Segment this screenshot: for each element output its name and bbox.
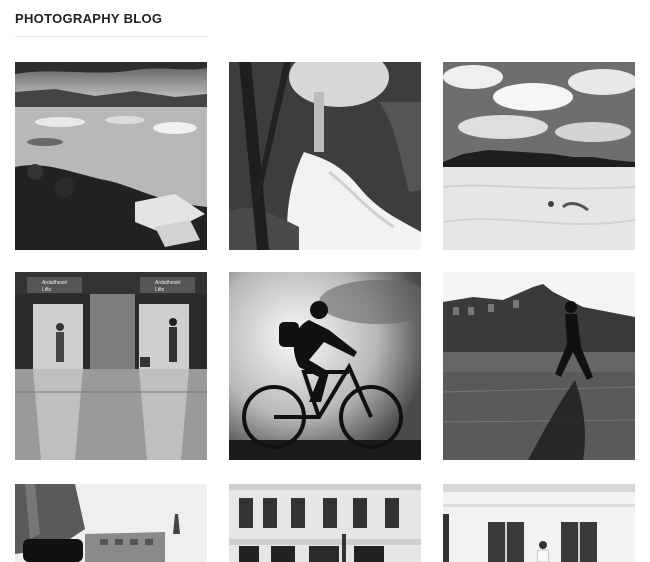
photo-pale-building-image [443, 484, 635, 562]
photo-desert-mountains[interactable] [443, 62, 635, 250]
photo-building-windows[interactable] [229, 484, 421, 562]
photo-walker-city[interactable] [443, 272, 635, 460]
lift-sign-label-right: Lifts [155, 287, 165, 293]
photo-pale-building[interactable] [443, 484, 635, 562]
photo-glacier-lagoon-image [15, 62, 207, 250]
photo-desert-mountains-image [443, 62, 635, 250]
photo-cyclist-silhouette-image [229, 272, 421, 460]
photo-grid: Ardaitheoirí Lifts Ardaitheoirí Lifts [0, 0, 650, 562]
photo-airport-lifts-image: Ardaitheoirí Lifts Ardaitheoirí Lifts [15, 272, 207, 460]
photo-walker-city-image [443, 272, 635, 460]
photo-building-facade-image [15, 484, 207, 562]
photo-building-facade[interactable] [15, 484, 207, 562]
photo-building-windows-image [229, 484, 421, 562]
lift-sign-text-left: Ardaitheoirí [42, 280, 68, 286]
photo-airport-lifts[interactable]: Ardaitheoirí Lifts Ardaitheoirí Lifts [15, 272, 207, 460]
photo-cyclist-silhouette[interactable] [229, 272, 421, 460]
lift-sign-label-left: Lifts [42, 287, 52, 293]
photo-forest-waterfall-image [229, 62, 421, 250]
lift-sign-text-right: Ardaitheoirí [155, 280, 181, 286]
photo-glacier-lagoon[interactable] [15, 62, 207, 250]
photo-forest-waterfall[interactable] [229, 62, 421, 250]
